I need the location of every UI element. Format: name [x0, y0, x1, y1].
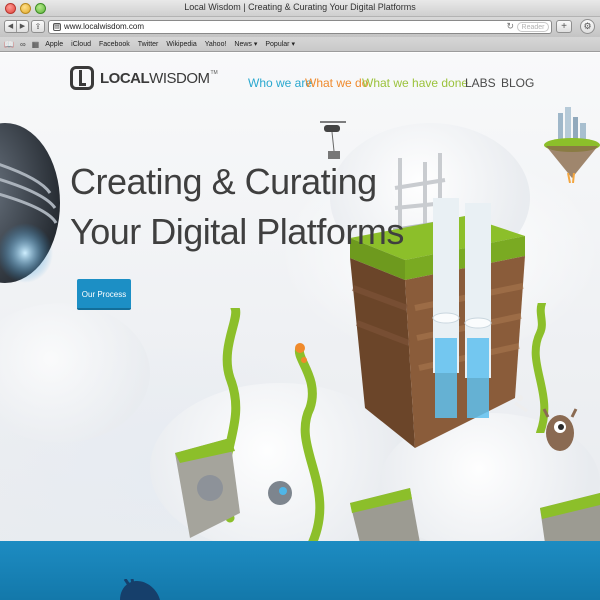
hero-headline-line2: Your Digital Platforms — [70, 211, 404, 252]
share-icon[interactable]: ⇪ — [31, 20, 45, 33]
bookmark-twitter[interactable]: Twitter — [138, 41, 159, 48]
bookmark-popular[interactable]: Popular ▾ — [265, 40, 295, 48]
window-titlebar: Local Wisdom | Creating & Curating Your … — [0, 0, 600, 17]
blue-footer-band — [0, 541, 600, 600]
logo-text-light: WISDOM — [149, 69, 210, 87]
glasses-icon[interactable]: ∞ — [20, 40, 26, 49]
nav-labs[interactable]: LABS — [465, 76, 496, 90]
window-title: Local Wisdom | Creating & Curating Your … — [184, 2, 416, 12]
forward-icon[interactable]: ▶ — [17, 21, 28, 32]
nav-blog[interactable]: BLOG — [501, 76, 534, 90]
web-page: LOCAL WISDOM TM Who we are What we do Wh… — [0, 53, 600, 600]
rock-islands-illustration — [175, 438, 600, 543]
bookmark-facebook[interactable]: Facebook — [99, 41, 130, 48]
address-bar[interactable]: ▤ www.localwisdom.com ↻ Reader — [48, 20, 552, 34]
nav-what-we-do[interactable]: What we do — [305, 76, 368, 90]
url-text[interactable]: www.localwisdom.com — [64, 22, 144, 31]
robot-sphere-illustration — [0, 123, 60, 283]
gear-icon[interactable]: ⚙ — [580, 19, 595, 34]
back-forward-buttons: ◀ ▶ — [4, 20, 29, 33]
cloud — [0, 303, 150, 443]
site-logo[interactable]: LOCAL WISDOM TM — [70, 66, 218, 90]
page-icon: ▤ — [53, 23, 61, 31]
reload-icon[interactable]: ↻ — [506, 21, 514, 32]
bookmark-apple[interactable]: Apple — [45, 41, 63, 48]
footer-figure-illustration — [120, 579, 160, 600]
plus-icon[interactable]: + — [556, 20, 572, 33]
back-icon[interactable]: ◀ — [5, 21, 17, 32]
our-process-button[interactable]: Our Process — [77, 279, 131, 310]
bookmark-news[interactable]: News ▾ — [234, 40, 257, 48]
logo-trademark: TM — [210, 70, 218, 76]
grid-icon[interactable]: ▦ — [32, 40, 40, 49]
bookmarks-bar: 📖 ∞ ▦ Apple iCloud Facebook Twitter Wiki… — [0, 37, 600, 52]
nav-who-we-are[interactable]: Who we are — [248, 76, 312, 90]
bookmark-yahoo[interactable]: Yahoo! — [205, 41, 227, 48]
bookmark-icloud[interactable]: iCloud — [71, 41, 91, 48]
hero-headline-line1: Creating & Curating — [70, 161, 377, 202]
reader-button[interactable]: Reader — [517, 22, 549, 32]
book-icon[interactable]: 📖 — [4, 40, 14, 49]
logo-icon — [70, 66, 94, 90]
nav-what-we-have-done[interactable]: What we have done — [362, 76, 468, 90]
logo-text-bold: LOCAL — [100, 69, 150, 87]
bookmark-wikipedia[interactable]: Wikipedia — [166, 41, 196, 48]
browser-toolbar: ◀ ▶ ⇪ ▤ www.localwisdom.com ↻ Reader + ⚙ — [0, 17, 600, 37]
